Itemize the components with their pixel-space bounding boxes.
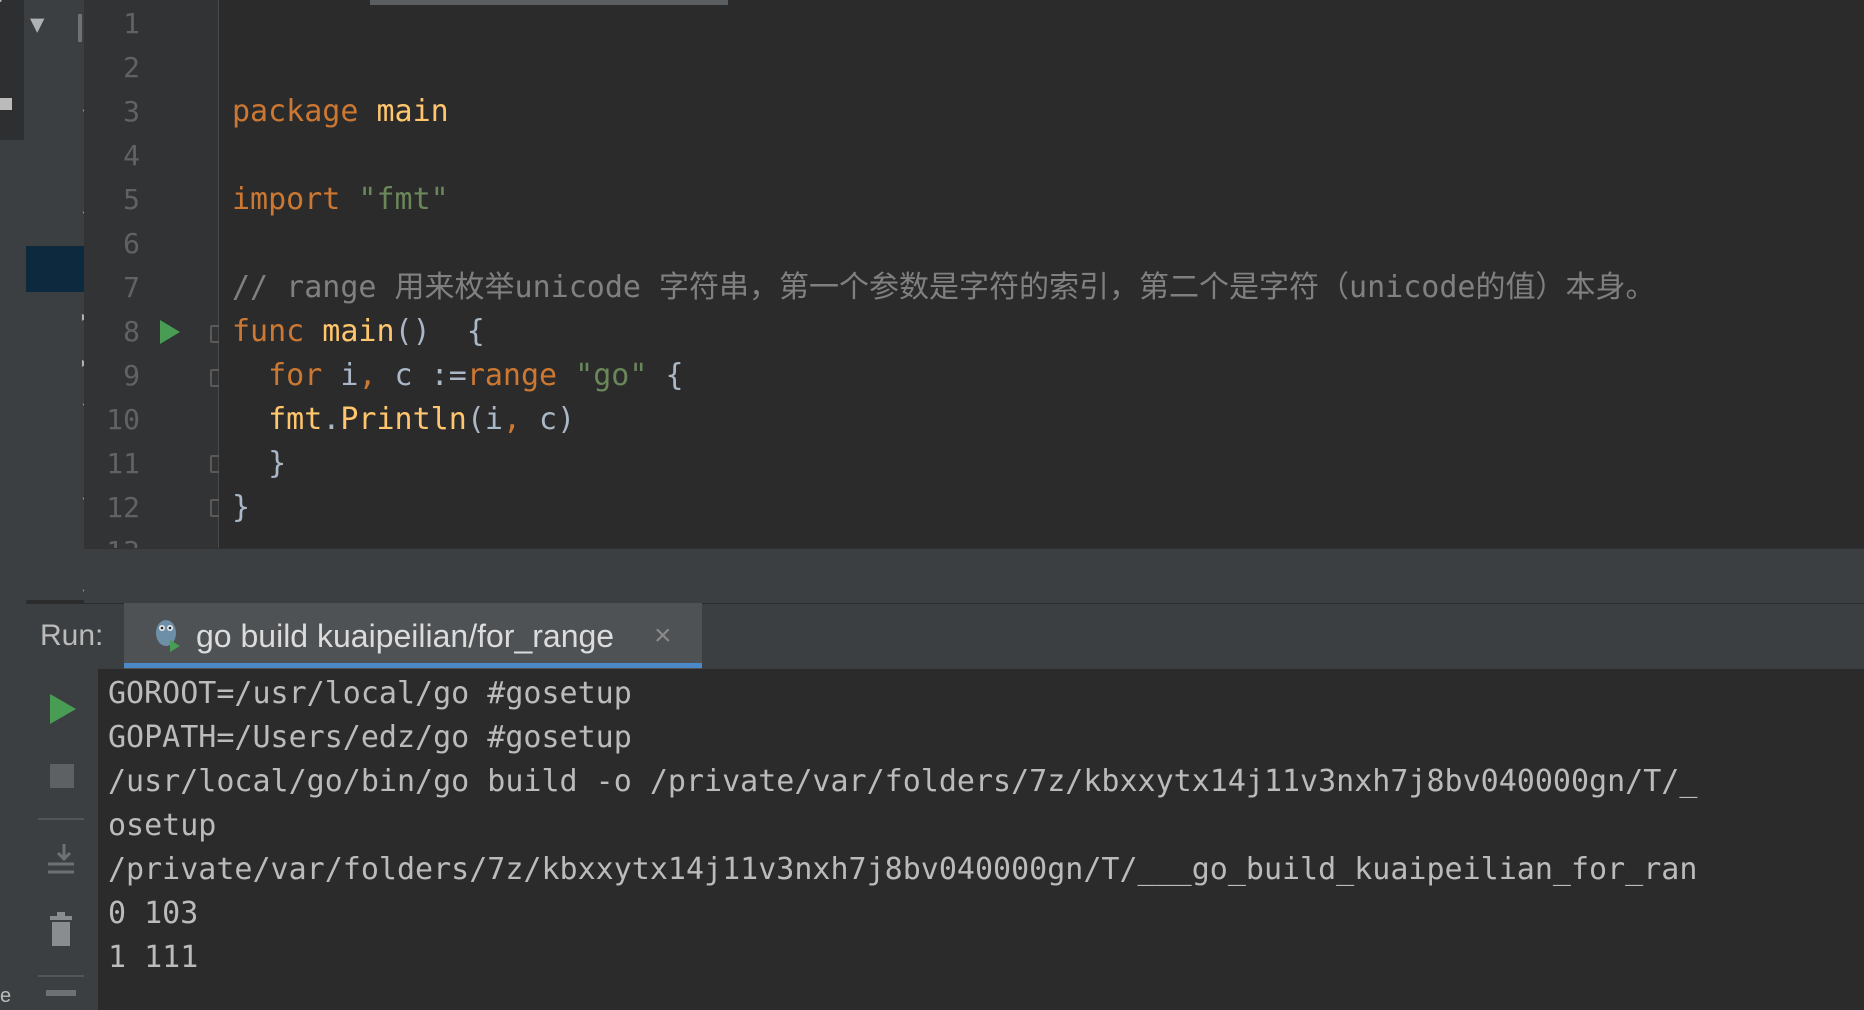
function-name: main (304, 314, 395, 349)
code-line-12: } (232, 490, 251, 525)
comma: , (502, 402, 521, 437)
string-literal: "go" (557, 358, 648, 393)
line-number: 1 (123, 7, 140, 40)
string-literal: "fmt" (340, 182, 449, 217)
line-number: 3 (123, 95, 140, 128)
keyword: func (232, 314, 305, 349)
run-main-gutter-icon[interactable] (160, 320, 180, 344)
structure-tab-label[interactable]: e (0, 985, 11, 1008)
console-line: GOROOT=/usr/local/go #gosetup (108, 676, 632, 711)
toolbar-separator (38, 818, 84, 820)
line-number: 11 (106, 447, 140, 480)
tool-window-strip (0, 0, 27, 1010)
project-tab-marker (0, 98, 12, 110)
collapse-tree-icon[interactable]: ▼ (30, 10, 44, 38)
keyword: for (268, 358, 323, 393)
run-tab-title[interactable]: go build kuaipeilian/for_range (196, 603, 614, 669)
line-number: 6 (123, 227, 140, 260)
keyword: import (232, 182, 341, 217)
line-number: 12 (106, 491, 140, 524)
console-line: /usr/local/go/bin/go build -o /private/v… (108, 764, 1698, 799)
line-number: 2 (123, 51, 140, 84)
console-line: 0 103 (108, 896, 199, 931)
run-panel-label: Run: (40, 619, 104, 652)
line-number: 8 (123, 315, 140, 348)
package-name: main (358, 94, 449, 129)
more-actions-icon[interactable] (46, 990, 76, 996)
identifier: c := (376, 358, 467, 393)
code-line-5: import "fmt" (232, 178, 449, 222)
keyword: range (466, 358, 558, 393)
line-number: 7 (123, 271, 140, 304)
close-tab-icon[interactable]: × (654, 603, 672, 669)
horizontal-scrollbar-thumb[interactable] (370, 0, 728, 5)
tree-guide (78, 14, 82, 42)
code-line-10: fmt.Println(i, c) (232, 398, 575, 442)
console-line: /private/var/folders/7z/kbxxytx14j11v3nx… (108, 852, 1698, 887)
go-gopher-icon (156, 620, 180, 652)
code-line-9: for i, c :=range "go" { (232, 354, 684, 398)
stop-icon[interactable] (50, 764, 74, 788)
punctuation: { (647, 358, 684, 393)
keyword: package (232, 94, 359, 129)
line-number: 10 (106, 403, 140, 436)
line-number: 5 (123, 183, 140, 216)
trash-icon[interactable] (48, 912, 74, 946)
code-line-8: func main() { (232, 310, 485, 354)
function-call: Println (340, 402, 467, 437)
project-tree-selected-row[interactable] (26, 246, 84, 292)
line-number: 13 (100, 530, 140, 548)
dot: . (322, 402, 341, 437)
code-line-3: package main (232, 90, 449, 134)
editor-status-band (84, 548, 1864, 604)
code-line-11: } (232, 446, 287, 481)
punctuation: () { (394, 314, 485, 349)
comma: , (358, 358, 377, 393)
rerun-icon[interactable] (50, 694, 76, 724)
scroll-to-end-icon[interactable] (44, 842, 78, 876)
toolbar-separator (38, 975, 84, 977)
console-line: osetup (108, 808, 217, 843)
identifier: i (322, 358, 359, 393)
code-line-7-comment: // range 用来枚举unicode 字符串，第一个参数是字符的索引，第二个… (232, 270, 1656, 305)
arguments: (i (466, 402, 503, 437)
console-line: 1 111 (108, 940, 199, 975)
line-number: 9 (123, 359, 140, 392)
console-line: GOPATH=/Users/edz/go #gosetup (108, 720, 632, 755)
line-number: 4 (123, 139, 140, 172)
package-ref: fmt (268, 402, 323, 437)
arguments: c) (521, 402, 576, 437)
project-tree-panel (26, 0, 84, 600)
